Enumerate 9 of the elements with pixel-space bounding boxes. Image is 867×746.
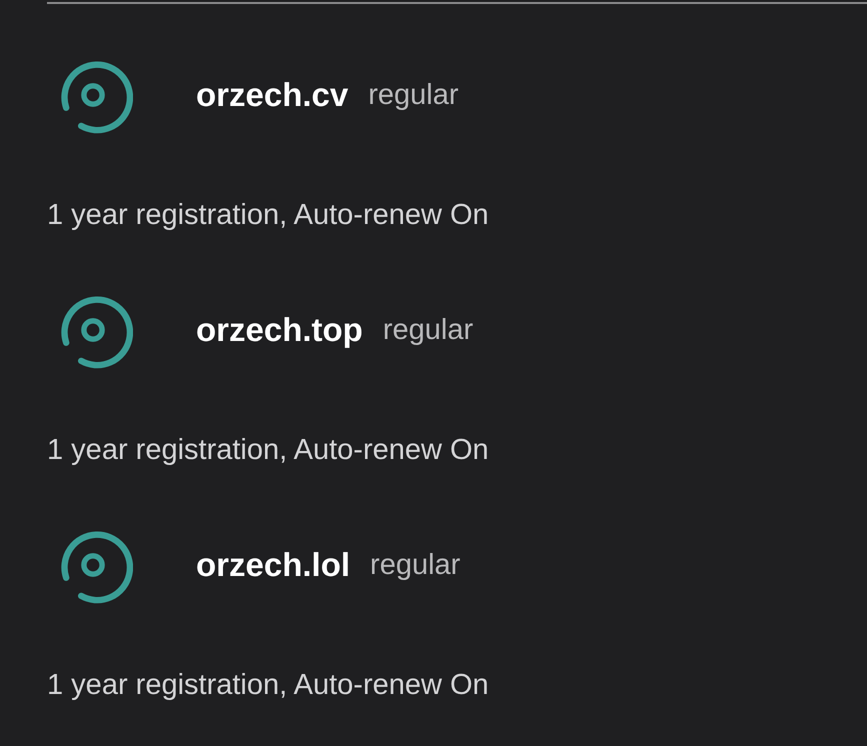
plan-label: regular — [370, 548, 460, 582]
registration-details: 1 year registration, Auto-renew On — [47, 433, 490, 468]
domain-name: orzech.top — [196, 311, 363, 349]
domain-name: orzech.cv — [196, 76, 348, 114]
registration-details: 1 year registration, Auto-renew On — [47, 668, 490, 703]
registration-details: 1 year registration, Auto-renew On — [47, 198, 490, 233]
plan-label: regular — [368, 78, 459, 112]
plan-label: regular — [382, 314, 474, 346]
domain-name: orzech.lol — [196, 546, 350, 584]
